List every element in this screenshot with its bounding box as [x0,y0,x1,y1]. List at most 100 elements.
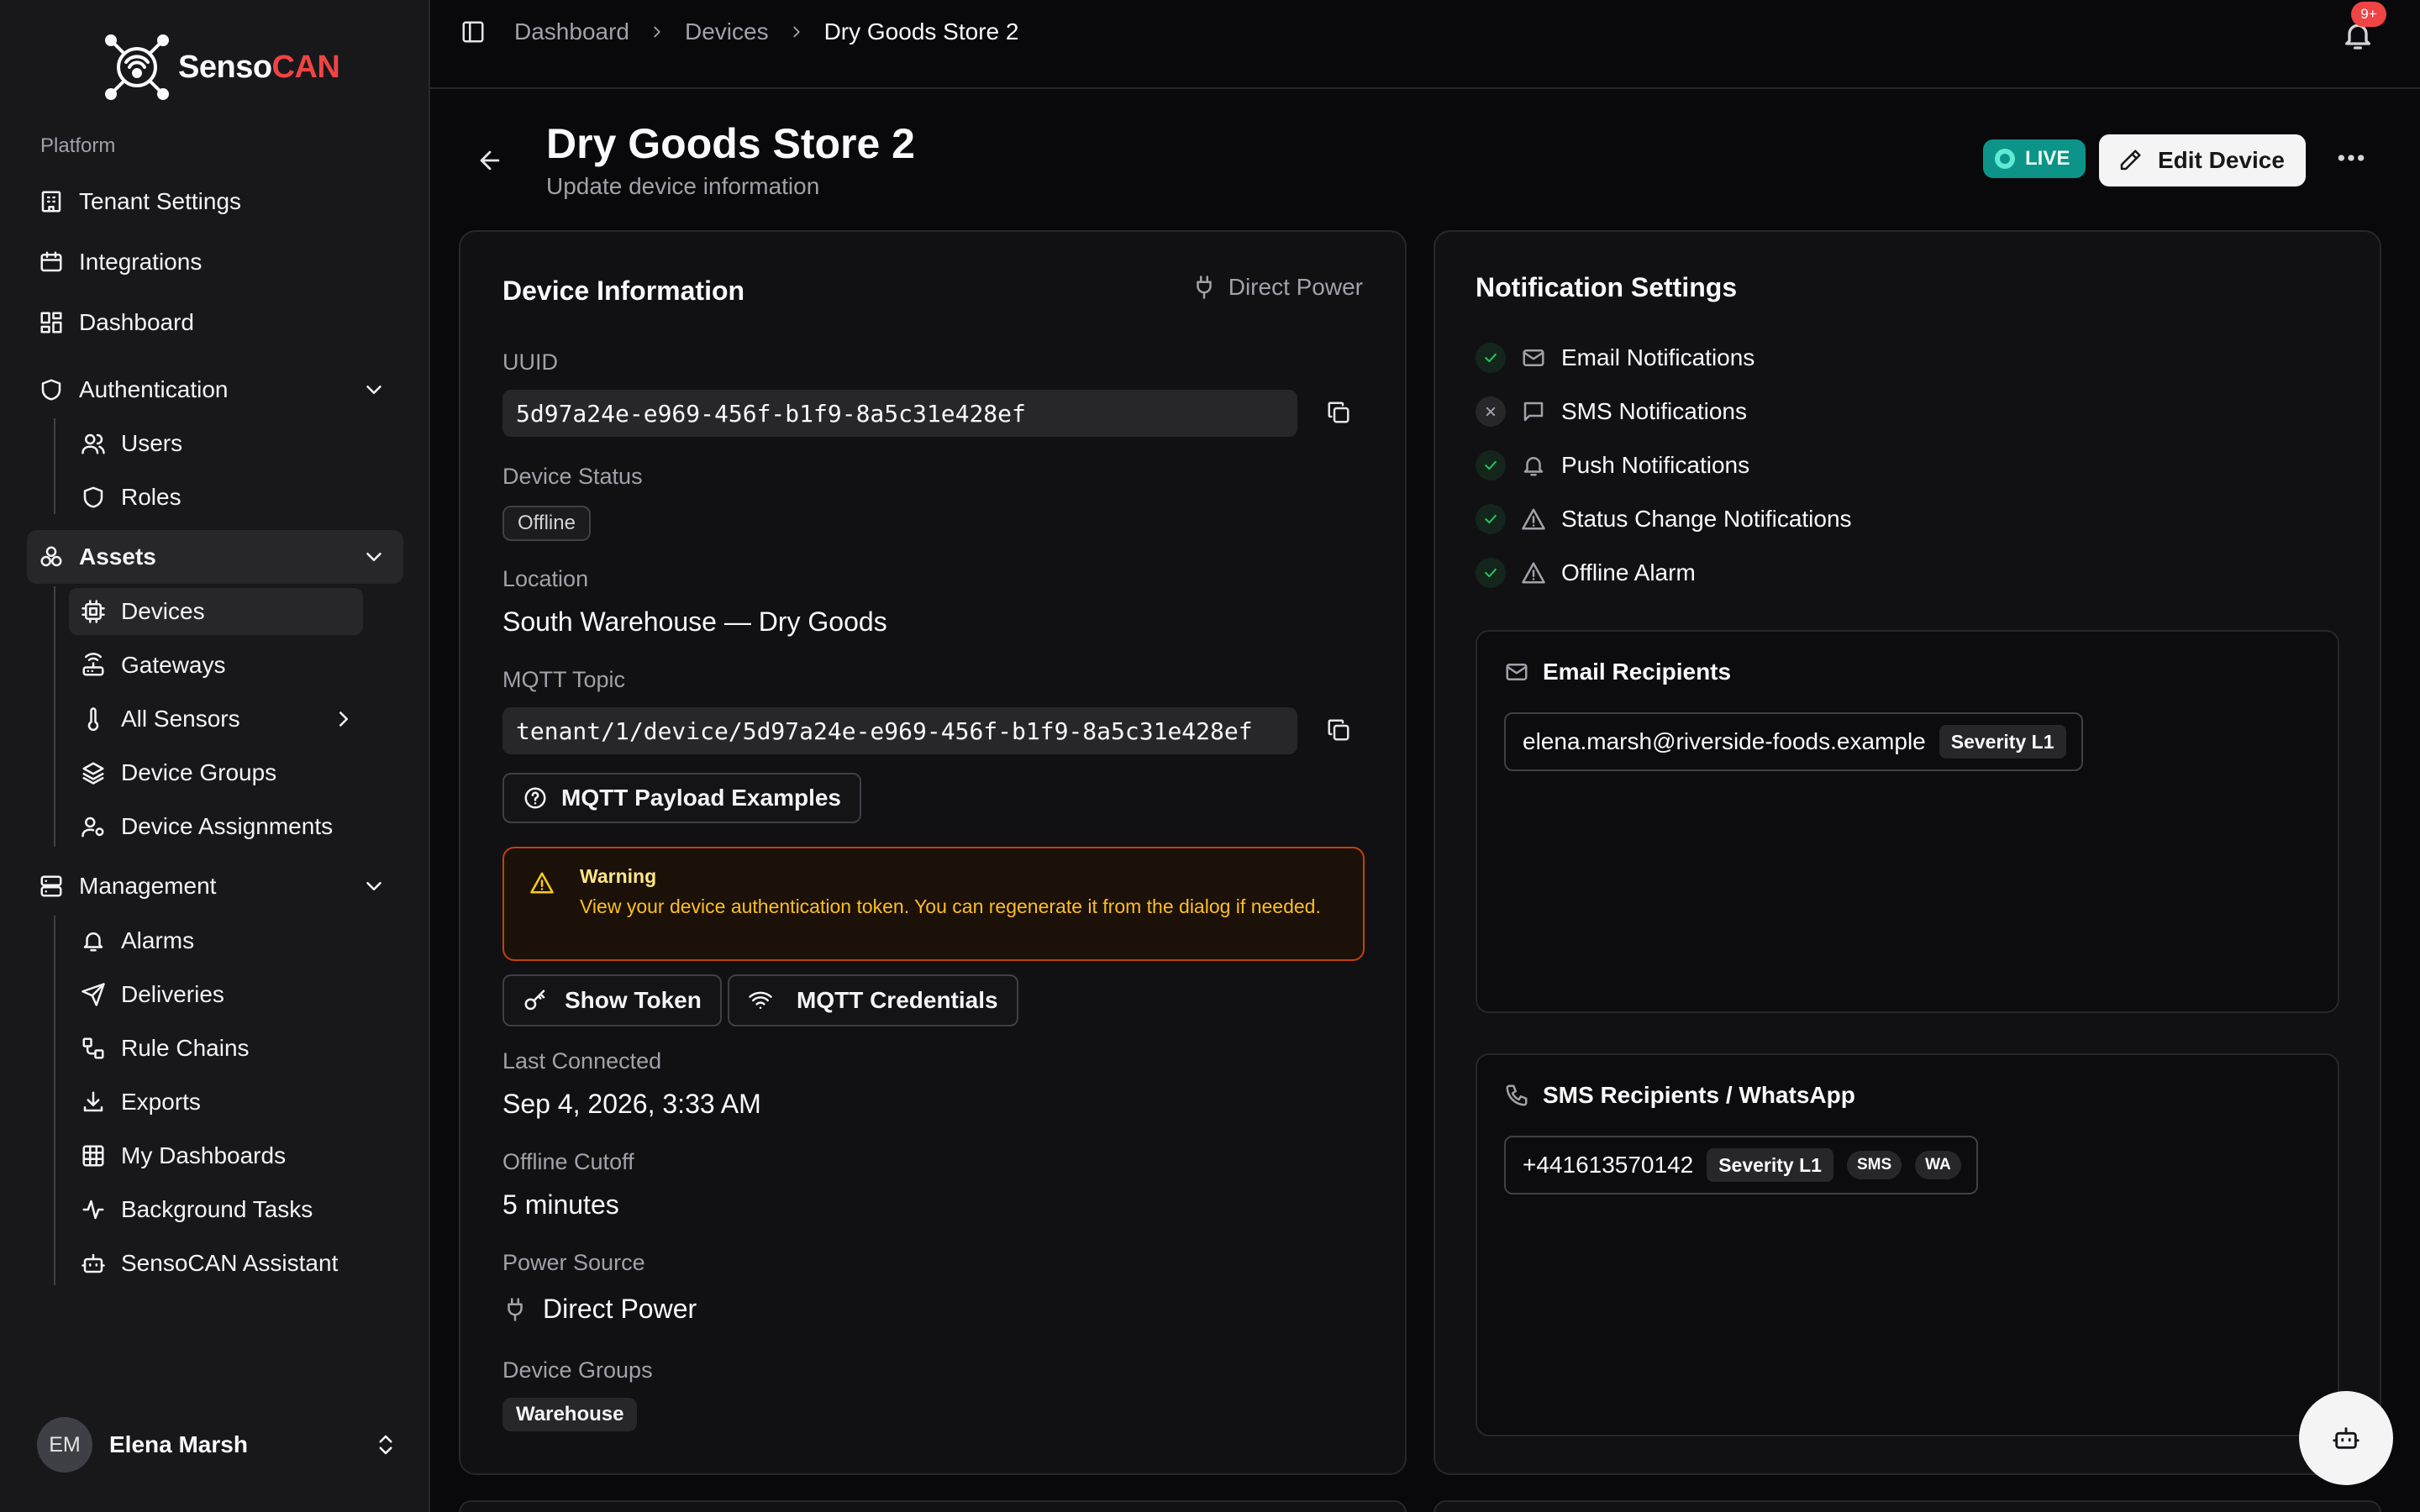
mqtt-topic-label: MQTT Topic [502,667,626,692]
dashboard-icon [40,312,62,333]
assistant-fab-button[interactable] [2299,1391,2393,1485]
sidebar-item-authentication[interactable]: Authentication [27,363,403,417]
sidebar-item-label: Device Assignments [121,813,334,839]
uuid-value: 5d97a24e-e969-456f-b1f9-8a5c31e428ef [502,390,1297,437]
sidebar-item-background-tasks[interactable]: Background Tasks [69,1186,363,1233]
sidebar-item-exports[interactable]: Exports [69,1079,363,1126]
status-change-notifications-row: Status Change Notifications [1476,499,1852,539]
offline-alarm-label: Offline Alarm [1561,559,1696,585]
user-menu[interactable]: EM Elena Marsh [37,1417,398,1473]
sidebar-item-users[interactable]: Users [69,420,363,467]
sidebar-item-label: Roles [121,484,182,510]
mqtt-topic-value: tenant/1/device/5d97a24e-e969-456f-b1f9-… [502,707,1297,754]
mqtt-payload-examples-button[interactable]: MQTT Payload Examples [502,773,861,823]
power-source-header: Direct Power [1192,274,1363,301]
email-recipient-chip[interactable]: elena.marsh@riverside-foods.example Seve… [1504,712,2083,771]
breadcrumb-devices[interactable]: Devices [685,18,769,45]
sidebar-item-label: Integrations [79,249,203,275]
last-connected-label: Last Connected [502,1048,662,1074]
notifications-badge: 9+ [2351,2,2386,27]
copy-icon[interactable] [1326,400,1351,425]
back-arrow-icon[interactable] [476,146,504,175]
more-options-icon[interactable] [2334,141,2368,175]
sidebar-item-label: Alarms [121,927,195,953]
notification-settings-card: Notification Settings Email Notification… [1434,230,2381,1475]
sidebar-item-sensocan-assistant[interactable]: SensoCAN Assistant [69,1240,363,1287]
activity-icon [82,1200,104,1220]
sidebar-item-label: Gateways [121,652,226,678]
mqtt-payload-examples-label: MQTT Payload Examples [561,785,841,811]
show-token-label: Show Token [565,987,702,1013]
check-icon [1476,504,1506,534]
recipient-phone: +441613570142 [1523,1152,1694,1178]
copy-icon[interactable] [1326,717,1351,743]
sidebar-item-label: Background Tasks [121,1196,313,1222]
sidebar-item-management[interactable]: Management [27,859,403,913]
sidebar-item-dashboard[interactable]: Dashboard [27,296,403,349]
check-icon [1476,450,1506,480]
router-icon [82,653,104,676]
sidebar-item-label: Devices [121,598,205,624]
sidebar-item-alarms[interactable]: Alarms [69,917,363,964]
help-circle-icon [524,787,546,809]
show-token-button[interactable]: Show Token [502,974,722,1026]
sidebar-item-all-sensors[interactable]: All Sensors [69,696,363,743]
mqtt-credentials-label: MQTT Credentials [797,987,998,1013]
warning-message: View your device authentication token. Y… [580,895,1321,917]
topbar: Dashboard Devices Dry Goods Store 2 9+ [430,0,2420,89]
sidebar-item-device-groups[interactable]: Device Groups [69,749,363,796]
sms-notifications-row: SMS Notifications [1476,391,1747,432]
chevron-down-icon [366,882,381,890]
page-subtitle: Update device information [546,173,820,199]
workflow-icon [82,1037,104,1059]
chevron-down-icon [366,553,381,561]
last-connected-value: Sep 4, 2026, 3:33 AM [502,1089,761,1119]
sidebar-item-label: SensoCAN Assistant [121,1250,339,1276]
chevron-down-icon [366,386,381,394]
location-value: South Warehouse — Dry Goods [502,606,887,637]
bell-icon [83,932,103,952]
sidebar-item-tenant-settings[interactable]: Tenant Settings [27,175,403,228]
bot-icon [82,1253,105,1273]
grid-icon [82,1145,104,1167]
sidebar-item-deliveries[interactable]: Deliveries [69,971,363,1018]
bot-icon [2333,1427,2360,1449]
offline-alarm-row: Offline Alarm [1476,553,1696,593]
email-notifications-label: Email Notifications [1561,344,1755,370]
sidebar-item-label: Management [79,873,217,899]
sidebar-item-label: Assets [79,543,156,570]
sidebar-item-device-assignments[interactable]: Device Assignments [69,803,363,850]
breadcrumb-current: Dry Goods Store 2 [823,18,1019,45]
severity-badge: Severity L1 [1939,725,2066,759]
alert-triangle-icon [1522,562,1545,584]
sidebar-item-rule-chains[interactable]: Rule Chains [69,1025,363,1072]
sidebar-item-gateways[interactable]: Gateways [69,642,363,689]
sms-recipient-chip[interactable]: +441613570142 Severity L1 SMS WA [1504,1136,1978,1194]
alert-triangle-icon [1522,508,1545,530]
sidebar-item-my-dashboards[interactable]: My Dashboards [69,1132,363,1179]
chevron-right-icon [339,711,348,727]
cpu-icon [82,600,105,623]
brand-logo[interactable]: SensoCAN [101,34,340,101]
email-notifications-row: Email Notifications [1476,338,1754,378]
sidebar-item-devices[interactable]: Devices [69,588,363,635]
calendar-icon [40,251,62,272]
page-title: Dry Goods Store 2 [546,120,915,167]
sidebar-item-integrations[interactable]: Integrations [27,235,403,289]
whatsapp-channel-badge: WA [1915,1151,1961,1179]
building-icon [41,191,61,213]
edit-device-button[interactable]: Edit Device [2099,134,2306,186]
mail-icon [1523,349,1544,366]
push-notifications-label: Push Notifications [1561,452,1750,478]
breadcrumb-dashboard[interactable]: Dashboard [514,18,629,45]
recipient-email: elena.marsh@riverside-foods.example [1523,728,1926,754]
sidebar: SensoCAN Platform Tenant Settings Integr… [0,0,430,1512]
download-icon [83,1091,103,1112]
sidebar-toggle-icon[interactable] [460,19,486,45]
sidebar-item-roles[interactable]: Roles [69,474,363,521]
sidebar-item-assets[interactable]: Assets [27,530,403,584]
device-group-badge: Warehouse [502,1398,638,1431]
email-recipients-title: Email Recipients [1504,659,1731,685]
mqtt-credentials-button[interactable]: MQTT Credentials [728,974,1018,1026]
users-icon [82,433,105,454]
